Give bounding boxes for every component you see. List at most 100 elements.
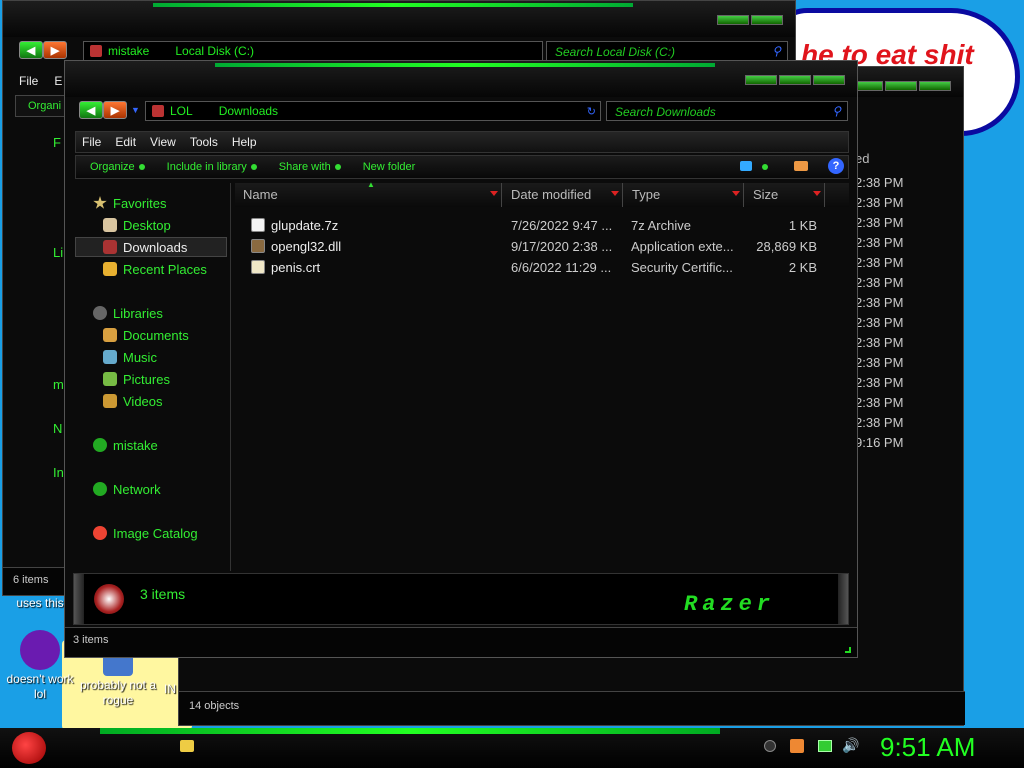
preview-pane-icon[interactable] [794, 161, 808, 171]
search-input[interactable]: Search Downloads ⚲ [606, 101, 848, 121]
nav-image-catalog[interactable]: Image Catalog [93, 523, 198, 543]
breadcrumb-lol[interactable]: LOL [170, 104, 193, 118]
close-button[interactable] [813, 75, 845, 85]
change-view-icon[interactable] [740, 161, 752, 171]
organize-button[interactable]: Organize [90, 161, 145, 173]
help-icon[interactable]: ? [828, 158, 844, 174]
title-bar[interactable] [65, 61, 857, 97]
column-dropdown-icon[interactable] [490, 191, 498, 196]
status-bar: 14 objects [179, 691, 965, 725]
yahoo-messenger-icon [20, 630, 60, 670]
tray-app-icon[interactable] [790, 739, 804, 753]
breadcrumb-item[interactable]: mistake [108, 44, 149, 58]
nav-pictures[interactable]: Pictures [103, 369, 170, 389]
file-row[interactable]: penis.crt 6/6/2022 11:29 ... Security Ce… [235, 257, 855, 278]
nav-network[interactable]: N [53, 421, 62, 436]
column-dropdown-icon[interactable] [813, 191, 821, 196]
file-row[interactable]: glupdate.7z 7/26/2022 9:47 ... 7z Archiv… [235, 215, 855, 236]
back-button[interactable]: ◀ [19, 41, 43, 59]
title-bar[interactable] [3, 1, 795, 37]
menu-help[interactable]: Help [232, 135, 257, 149]
nav-favorites-label: Favorites [113, 195, 167, 211]
nav-favorites[interactable]: Favorites [93, 193, 166, 213]
maximize-button[interactable] [779, 75, 811, 85]
nav-videos[interactable]: Videos [103, 391, 163, 411]
search-icon[interactable]: ⚲ [772, 44, 781, 58]
menu-view[interactable]: View [150, 135, 176, 149]
music-icon [103, 350, 117, 364]
clock[interactable]: 9:51 AM [880, 732, 975, 763]
menu-file[interactable]: File [82, 135, 101, 149]
column-header-date[interactable]: Date modified [503, 183, 623, 207]
menu-edit[interactable]: Edit [115, 135, 136, 149]
nav-documents[interactable]: Documents [103, 325, 189, 345]
view-options-icon[interactable] [762, 164, 768, 170]
menu-bar: File E [19, 74, 62, 88]
include-in-library-button[interactable]: Include in library [167, 161, 257, 173]
menu-tools[interactable]: Tools [190, 135, 218, 149]
nav-network[interactable]: Network [93, 479, 161, 499]
resize-grip-icon[interactable] [845, 647, 851, 653]
forward-button[interactable]: ▶ [43, 41, 67, 59]
minimize-button[interactable] [717, 15, 749, 25]
breadcrumb-downloads[interactable]: Downloads [219, 104, 278, 118]
nav-desktop[interactable]: Desktop [103, 215, 171, 235]
explorer-window-downloads[interactable]: ◀ ▶ ▼ LOL Downloads ↻ Search Downloads ⚲… [64, 60, 858, 658]
maximize-button[interactable] [885, 81, 917, 91]
share-with-button[interactable]: Share with [279, 161, 341, 173]
maximize-button[interactable] [751, 15, 783, 25]
file-row[interactable]: opengl32.dll 9/17/2020 2:38 ... Applicat… [235, 236, 855, 257]
address-bar[interactable]: mistake Local Disk (C:) [83, 41, 543, 61]
nav-documents-label: Documents [123, 327, 189, 343]
archive-icon [251, 218, 265, 232]
file-size: 2 KB [788, 260, 817, 275]
start-button-angry-bird-icon[interactable] [12, 732, 46, 764]
column-header-type[interactable]: Type [624, 183, 744, 207]
column-header-size[interactable]: Size [745, 183, 825, 207]
search-input[interactable]: Search Local Disk (C:) ⚲ [546, 41, 788, 61]
column-header-name-label: Name [243, 187, 278, 202]
back-button[interactable]: ◀ [79, 101, 103, 119]
minimize-button[interactable] [745, 75, 777, 85]
menu-edit[interactable]: E [54, 74, 62, 88]
column-dropdown-icon[interactable] [732, 191, 740, 196]
column-header-type-label: Type [632, 187, 661, 202]
nav-favorites[interactable]: F [53, 135, 61, 150]
sort-ascending-icon: ▲ [367, 180, 375, 189]
menu-file[interactable]: File [19, 74, 38, 88]
recent-pages-chevron-icon[interactable]: ▼ [131, 105, 140, 115]
address-bar[interactable]: LOL Downloads ↻ [145, 101, 601, 121]
nav-libraries[interactable]: Libraries [93, 303, 163, 323]
new-folder-button[interactable]: New folder [363, 161, 416, 173]
nav-image-catalog-label: Image Catalog [113, 525, 198, 541]
taskbar-accent [100, 728, 720, 734]
close-button[interactable] [919, 81, 951, 91]
explorer-taskbar-icon[interactable] [180, 740, 194, 752]
nav-libraries[interactable]: Li [53, 245, 63, 260]
details-item-count: 3 items [140, 586, 186, 602]
nav-homegroup[interactable]: m [53, 377, 64, 392]
nav-music[interactable]: Music [103, 347, 157, 367]
nav-homegroup-mistake[interactable]: mistake [93, 435, 158, 455]
nav-libraries-label: Libraries [113, 305, 163, 321]
column-header-name[interactable]: Name ▲ [235, 180, 502, 207]
nav-downloads[interactable]: Downloads [75, 237, 227, 257]
column-dropdown-icon[interactable] [611, 191, 619, 196]
forward-button[interactable]: ▶ [103, 101, 127, 119]
nav-recent-places[interactable]: Recent Places [103, 259, 207, 279]
search-icon[interactable]: ⚲ [832, 104, 841, 118]
show-hidden-icons[interactable] [764, 740, 776, 752]
organize-label: Organize [90, 161, 135, 173]
desktop-icon-rogue[interactable]: probably not a rogue [78, 650, 158, 708]
time-cell: 2:38 PM [855, 215, 904, 230]
file-size: 28,869 KB [756, 239, 817, 254]
file-name-cell: glupdate.7z [251, 218, 338, 233]
volume-icon[interactable]: 🔊 [842, 737, 859, 754]
file-name: penis.crt [271, 260, 321, 275]
network-tray-icon[interactable] [818, 740, 832, 752]
refresh-icon[interactable]: ↻ [587, 105, 596, 118]
file-name: opengl32.dll [271, 239, 342, 254]
image-catalog-icon [93, 526, 107, 540]
breadcrumb-item[interactable]: Local Disk (C:) [175, 44, 254, 58]
nav-image-catalog[interactable]: In [53, 465, 64, 480]
